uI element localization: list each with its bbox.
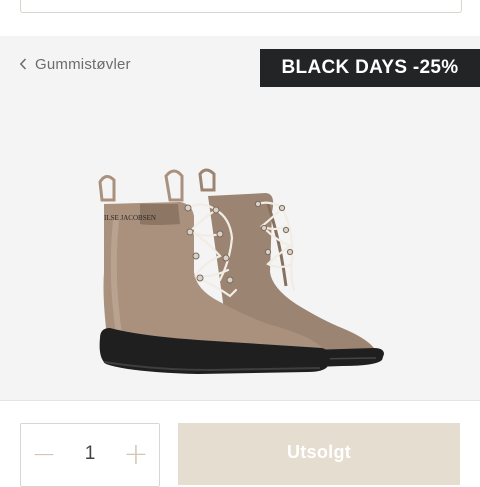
product-image: ILSE JACOBSEN — [98, 168, 384, 374]
quantity-stepper: − 1 + — [20, 423, 160, 487]
breadcrumb[interactable]: Gummistøvler — [19, 54, 131, 74]
quantity-value[interactable]: 1 — [67, 424, 113, 486]
minus-icon: − — [31, 437, 57, 472]
promo-label: BLACK DAYS -25% — [281, 57, 459, 78]
sold-out-label: Utsolgt — [286, 442, 352, 462]
promo-badge: BLACK DAYS -25% — [260, 49, 480, 87]
sold-out-button[interactable]: Utsolgt — [178, 423, 460, 485]
top-field — [20, 0, 462, 13]
breadcrumb-label: Gummistøvler — [35, 55, 131, 73]
divider — [0, 400, 480, 401]
quantity-increase-button[interactable]: + — [113, 424, 159, 486]
plus-icon: + — [123, 437, 149, 472]
chevron-left-icon — [19, 58, 27, 70]
brand-print: ILSE JACOBSEN — [104, 214, 156, 222]
quantity-decrease-button[interactable]: − — [21, 424, 67, 486]
top-strip — [0, 0, 480, 36]
